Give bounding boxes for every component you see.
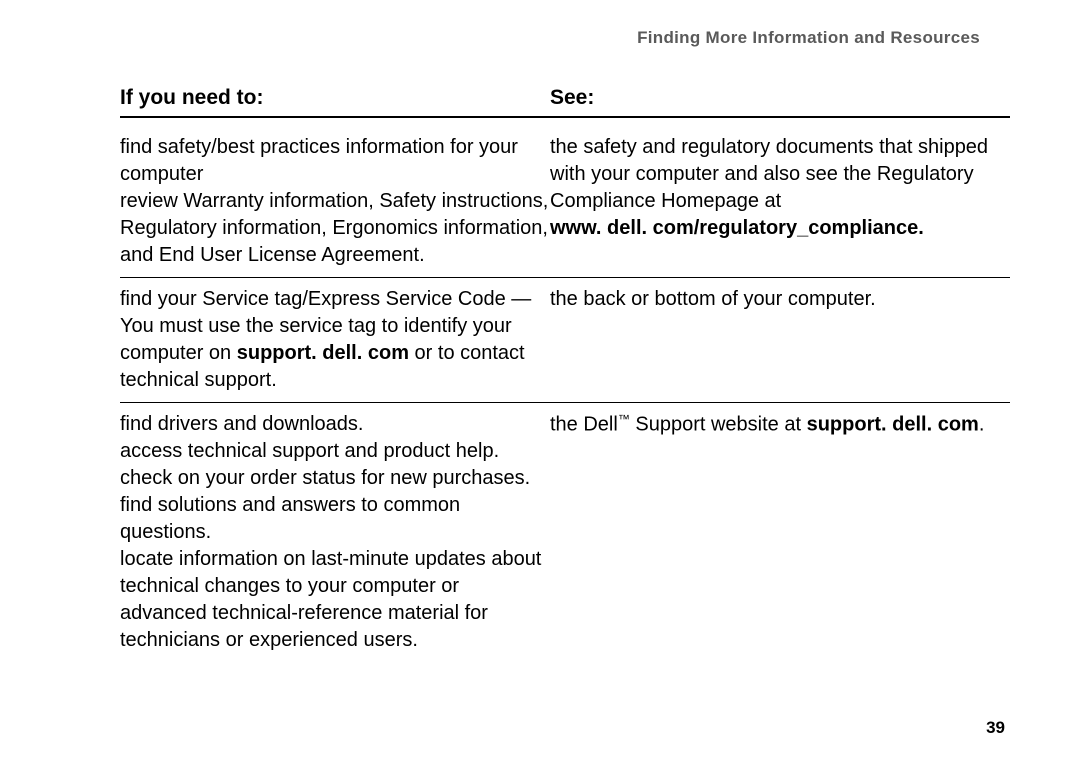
row2-left-cell: find your Service tag/Express Service Co… [120,286,550,394]
row1-right-text1: the safety and regulatory documents that… [550,136,988,212]
row2-right-cell: the back or bottom of your computer. [550,286,1010,394]
row3-left-text2: access technical support and product hel… [120,440,499,462]
row1-right-cell: the safety and regulatory documents that… [550,134,1010,269]
column-header-left: If you need to: [120,86,550,110]
row1-left-text2: review Warranty information, Safety inst… [120,190,548,266]
row1-left-text1: find safety/best practices information f… [120,136,518,185]
column-header-right: See: [550,86,1010,110]
table-row: find safety/best practices information f… [120,126,1010,278]
row2-right-text: the back or bottom of your computer. [550,288,876,310]
info-table: If you need to: See: find safety/best pr… [120,86,1010,662]
row3-left-text4: find solutions and answers to common que… [120,494,460,543]
row1-right-bold: www. dell. com/regulatory_compliance. [550,217,924,239]
page-number: 39 [986,718,1005,738]
row3-right-text-b: Support website at [630,414,807,436]
row3-right-text-c: . [979,414,985,436]
row1-left-cell: find safety/best practices information f… [120,134,550,269]
row3-left-text1: find drivers and downloads. [120,413,363,435]
table-row: find your Service tag/Express Service Co… [120,278,1010,403]
row3-left-cell: find drivers and downloads. access techn… [120,411,550,654]
page-section-title: Finding More Information and Resources [120,28,1010,48]
row3-left-text3: check on your order status for new purch… [120,467,530,489]
table-header-row: If you need to: See: [120,86,1010,118]
row3-left-text5: locate information on last-minute update… [120,548,541,651]
table-row: find drivers and downloads. access techn… [120,403,1010,662]
row2-left-bold: support. dell. com [237,342,409,364]
trademark-icon: ™ [618,412,630,426]
row3-right-cell: the Dell™ Support website at support. de… [550,411,1010,654]
row3-right-text-a: the Dell [550,414,618,436]
row3-right-bold: support. dell. com [807,414,979,436]
